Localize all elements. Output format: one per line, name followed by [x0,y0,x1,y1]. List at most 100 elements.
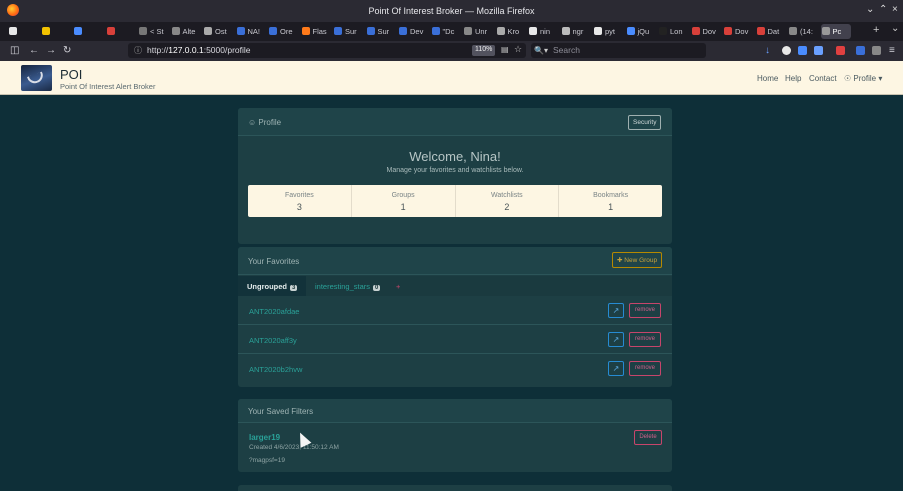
window-titlebar: Point Of Interest Broker — Mozilla Firef… [0,0,903,22]
browser-tab[interactable]: Ore [268,24,299,39]
browser-tab[interactable]: ngr [561,24,592,39]
browser-tab[interactable]: Kro [496,24,527,39]
remove-button[interactable]: remove [629,361,661,376]
browser-tab[interactable]: Dat [756,24,787,39]
tab-label: Dov [702,27,716,36]
tab-favicon-icon [724,27,732,35]
delete-filter-button[interactable]: Delete [634,430,662,445]
extension-icon-5[interactable] [872,46,881,55]
tab-favicon-icon [106,27,115,35]
new-group-button[interactable]: ✚ New Group [612,252,663,268]
site-info-icon[interactable]: ⓘ [134,45,142,56]
favorite-link[interactable]: ANT2020b2hvw [249,365,302,374]
back-arrow-icon[interactable]: ← [29,45,39,56]
minimize-icon[interactable]: ⌄ [866,4,874,15]
stat-label: Favorites [284,192,314,199]
caret-down-icon: ▾ [878,74,883,83]
search-input[interactable]: Search [553,45,580,55]
extension-icon-1[interactable] [798,46,807,55]
browser-tab[interactable]: Dov [691,24,722,39]
favorite-link[interactable]: ANT2020afdae [249,307,299,316]
external-link-icon[interactable]: ↗ [608,332,624,347]
menu-hamburger-icon[interactable]: ≡ [889,45,895,56]
stat-label: Groups [391,192,415,199]
plus-icon: ✚ [617,257,623,264]
browser-tab[interactable]: NA! [236,24,267,39]
extension-icon-4[interactable] [856,46,865,55]
favorite-row: ANT2020aff3y ↗ remove [238,326,672,354]
new-tab-plus-icon[interactable]: + [873,24,879,36]
tab-ungrouped[interactable]: Ungrouped 3 [238,276,306,296]
external-link-icon[interactable]: ↗ [608,361,624,376]
tab-favicon-icon [41,27,50,35]
browser-tab[interactable]: nin [528,24,559,39]
external-link-icon[interactable]: ↗ [608,303,624,318]
app-header: POI Point Of Interest Alert Broker Home … [0,61,903,95]
browser-tab[interactable]: "Dc [431,24,462,39]
url-bar[interactable]: ⓘ http://127.0.0.1:5000/profile 110% ▤ ☆ [128,43,526,58]
tab-label: Ost [215,27,227,36]
browser-tab[interactable]: Dov [723,24,754,39]
browser-tab[interactable]: Lon [658,24,689,39]
browser-tab[interactable]: pyt [593,24,624,39]
list-tabs-icon[interactable]: ⌄ [891,23,899,34]
browser-tab[interactable]: Flas [301,24,332,39]
zoom-level[interactable]: 110% [472,45,496,56]
tab-label: interesting_stars [315,282,371,291]
browser-tab[interactable]: Alte [171,24,202,39]
nav-contact-link[interactable]: Contact [809,74,837,83]
extension-icon-2[interactable] [814,46,823,55]
tab-favicon-icon [334,27,342,35]
bookmark-star-icon[interactable]: ☆ [514,44,522,55]
extension-icon-3[interactable] [836,46,845,55]
tab-label: < St [150,27,164,36]
maximize-icon[interactable]: ⌃ [879,4,887,15]
search-bar[interactable]: 🔍▾ Search [531,43,706,58]
tab-label: nin [540,27,551,36]
tab-favicon-icon [659,27,667,35]
download-icon[interactable]: ↓ [765,45,770,56]
nav-help-link[interactable]: Help [785,74,801,83]
brand-title[interactable]: POI [60,67,82,82]
browser-tab[interactable]: jQu [626,24,657,39]
tab-favicon-icon [431,27,440,35]
browser-tab[interactable]: Sur [333,24,364,39]
saved-filters-header: Your Saved Filters [238,399,672,423]
reload-icon[interactable]: ↻ [63,45,71,56]
security-button[interactable]: Security [628,115,662,130]
browser-tab[interactable] [8,24,39,39]
next-panel-edge [238,485,672,491]
sidebar-toggle-icon[interactable]: ◫ [10,45,19,56]
poi-logo[interactable] [21,65,52,91]
remove-button[interactable]: remove [629,332,661,347]
tab-label: pyt [605,27,616,36]
browser-tab[interactable]: Pc [820,24,851,39]
user-circle-icon: ☉ [844,74,852,83]
browser-tab[interactable] [106,24,137,39]
tab-interesting-stars[interactable]: interesting_stars 0 [315,276,381,296]
browser-tab[interactable]: Unr [463,24,494,39]
forward-arrow-icon[interactable]: → [46,45,56,56]
add-group-tab[interactable]: + [396,276,400,296]
url-text: http://127.0.0.1:5000/profile [147,45,251,55]
browser-tab[interactable]: (14: [788,24,819,39]
favorite-link[interactable]: ANT2020aff3y [249,336,297,345]
browser-tab[interactable]: < St [138,24,169,39]
tab-label: jQu [637,27,650,36]
nav-profile-dropdown[interactable]: ☉ Profile ▾ [844,74,882,83]
browser-tab[interactable] [41,24,72,39]
filter-name-link[interactable]: larger19 [249,433,280,442]
search-engine-icon[interactable]: 🔍▾ [534,46,548,55]
remove-button[interactable]: remove [629,303,661,318]
close-window-icon[interactable]: × [892,4,898,15]
url-path: :5000/profile [203,45,251,55]
browser-tab[interactable]: Ost [203,24,234,39]
filter-created-text: Created 4/6/2023, 11:50:12 AM [249,444,339,451]
browser-tab[interactable]: Dev [398,24,429,39]
tab-favicon-icon [464,27,472,35]
nav-home-link[interactable]: Home [757,74,778,83]
reader-view-icon[interactable]: ▤ [501,45,509,54]
browser-tab[interactable]: Sur [366,24,397,39]
account-icon[interactable] [782,46,791,55]
browser-tab[interactable] [73,24,104,39]
